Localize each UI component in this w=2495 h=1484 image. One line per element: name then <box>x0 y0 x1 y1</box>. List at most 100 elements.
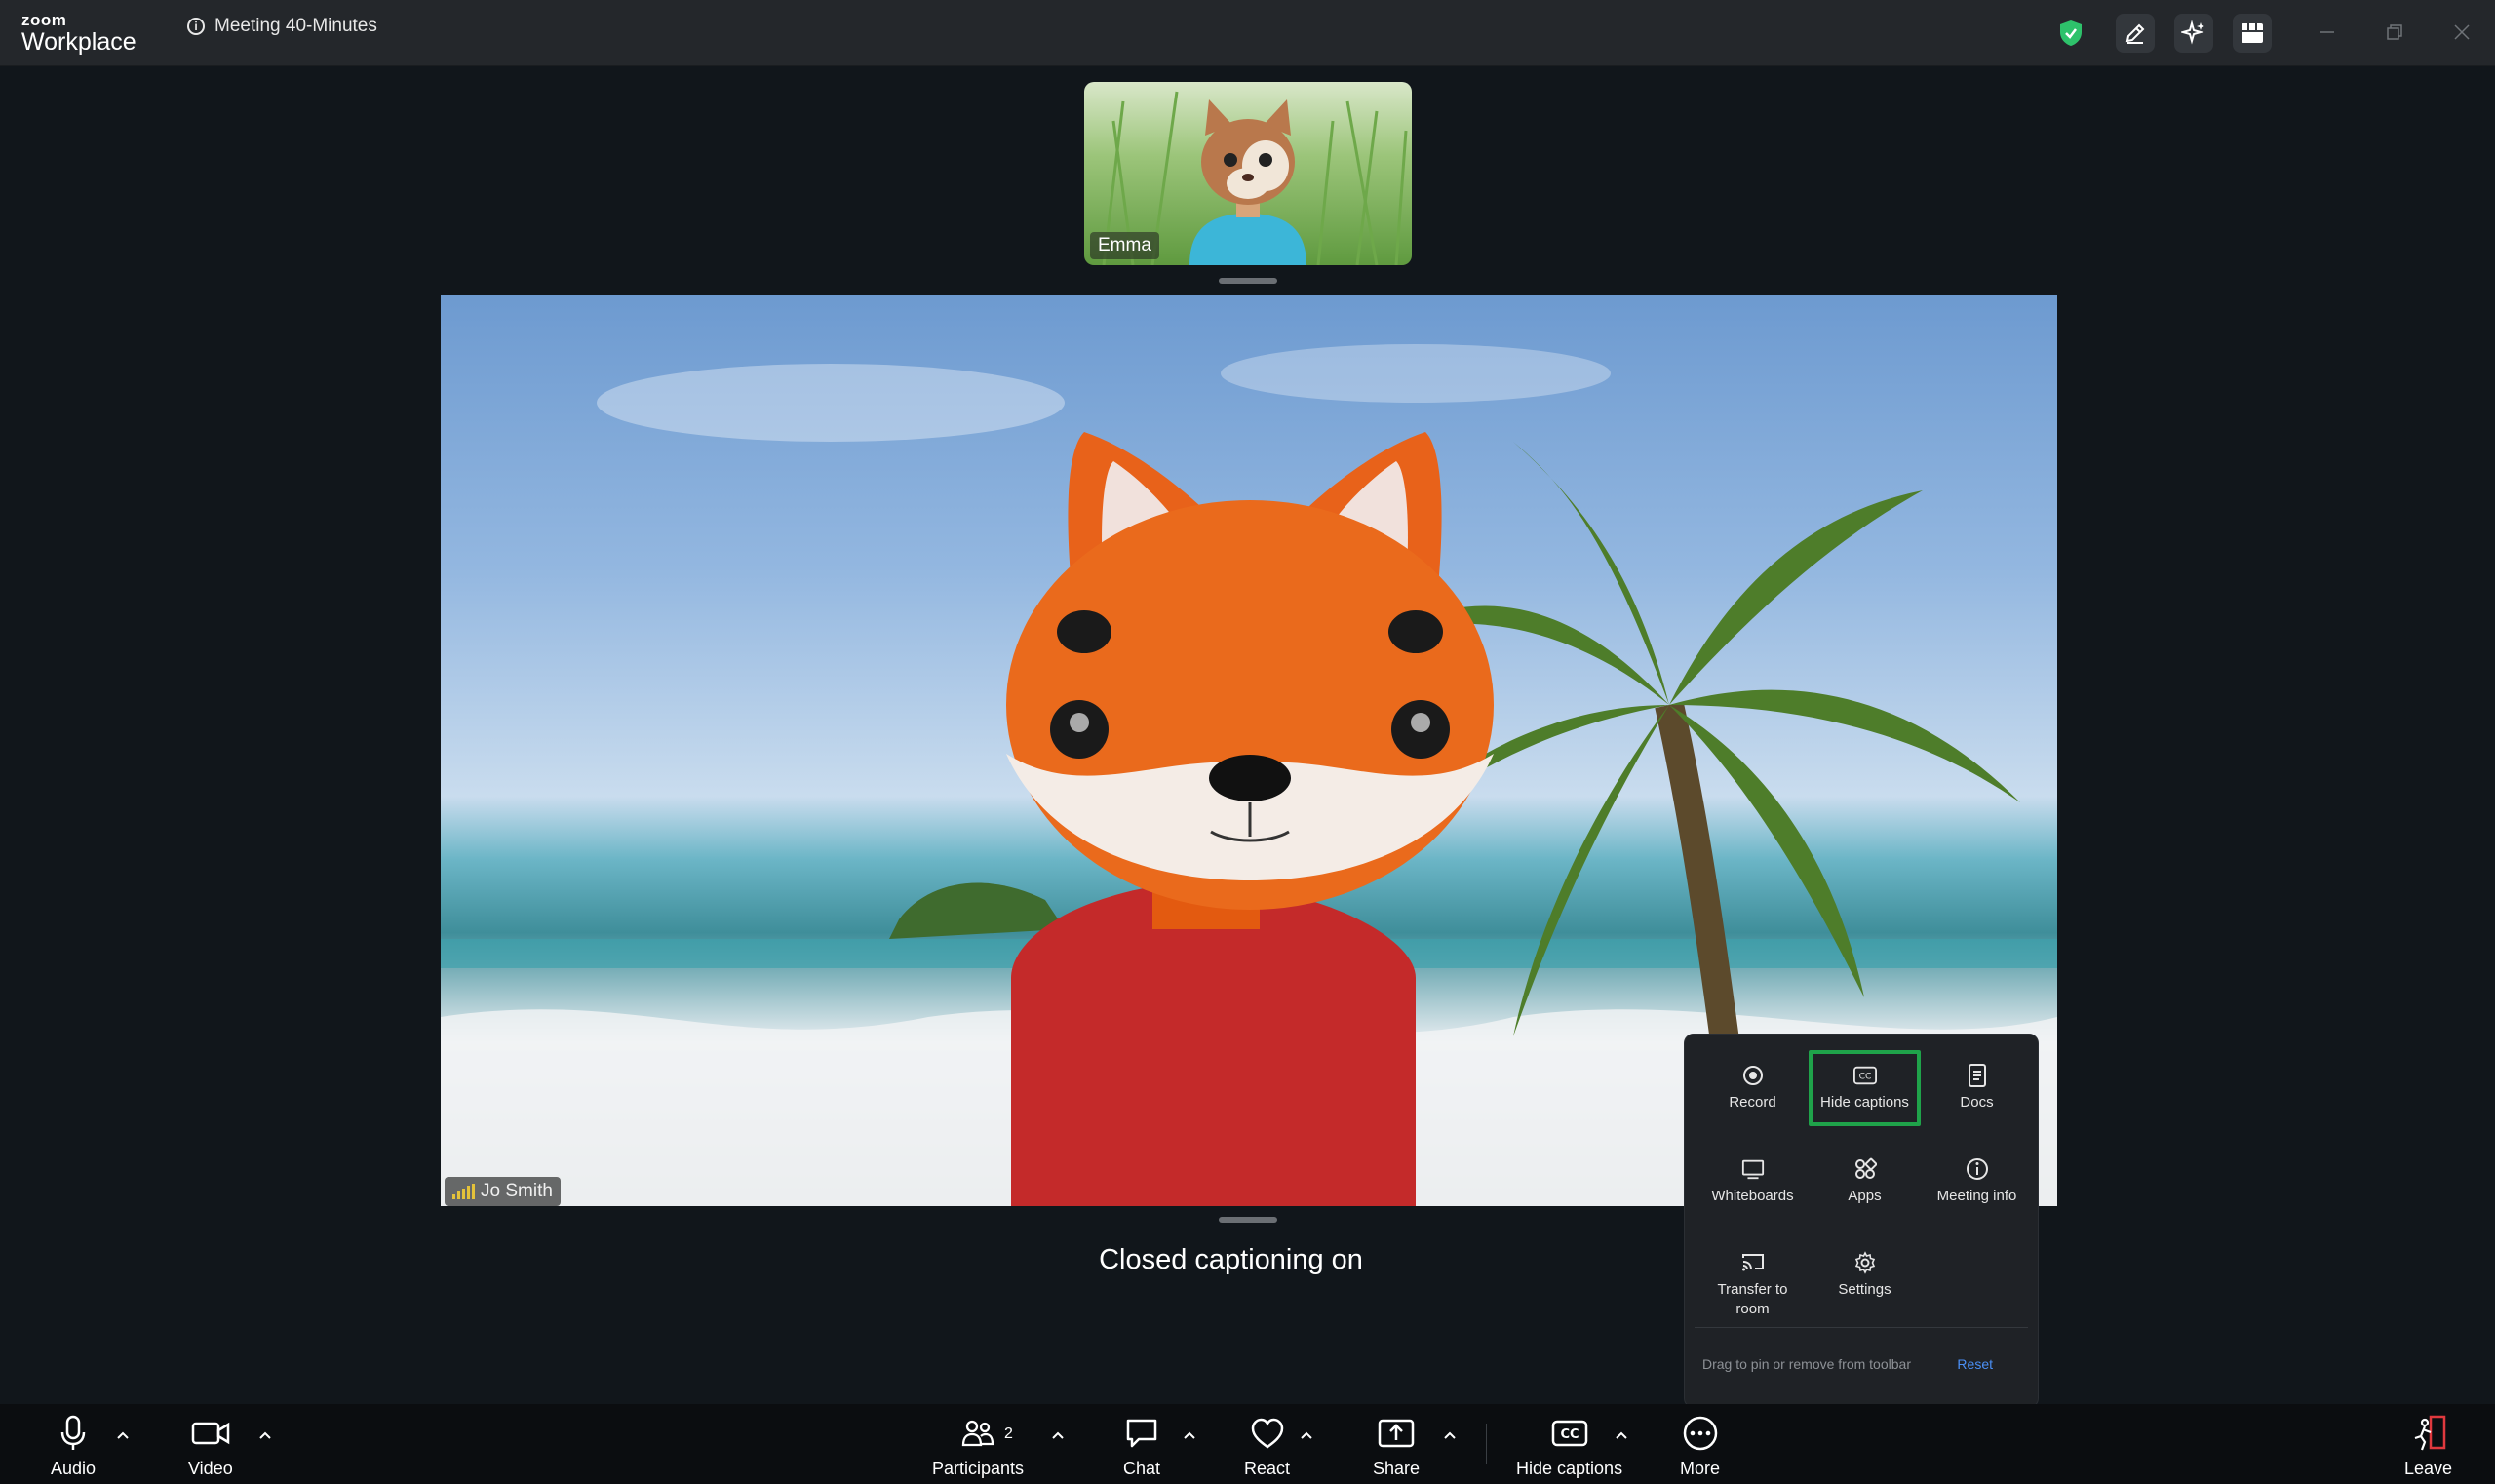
minimize-icon <box>2320 31 2334 33</box>
security-shield-button[interactable] <box>2051 14 2090 53</box>
menu-item-transfer-to-room[interactable]: Transfer to room <box>1696 1231 1809 1325</box>
participant-thumbnail-video[interactable]: Emma <box>1084 82 1412 265</box>
participants-count: 2 <box>1004 1425 1013 1442</box>
meeting-title: Meeting 40-Minutes <box>214 16 377 36</box>
menu-item-label: Meeting info <box>1936 1188 2017 1204</box>
view-layout-button[interactable] <box>2233 14 2272 53</box>
share-options-caret[interactable] <box>1442 1427 1458 1443</box>
microphone-icon <box>60 1415 86 1450</box>
heart-icon <box>1251 1418 1283 1449</box>
meeting-toolbar: Audio Video Participants 2 Chat React Sh… <box>0 1404 2495 1484</box>
leave-door-icon <box>2414 1415 2445 1451</box>
menu-item-apps[interactable]: Apps <box>1809 1138 1921 1231</box>
minimize-window-button[interactable] <box>2313 18 2342 47</box>
chevron-up-icon <box>259 1431 271 1439</box>
svg-text:CC: CC <box>1858 1072 1871 1082</box>
menu-item-settings[interactable]: Settings <box>1809 1231 1921 1325</box>
meeting-info-button[interactable]: i Meeting 40-Minutes <box>187 16 377 37</box>
react-options-caret[interactable] <box>1299 1427 1314 1443</box>
participants-label: Participants <box>932 1459 1025 1478</box>
share-label: Share <box>1373 1459 1421 1478</box>
logo-zoom-text: zoom <box>21 11 67 29</box>
whiteboard-icon <box>1741 1159 1764 1180</box>
info-icon: i <box>187 18 205 35</box>
more-options-menu: Record CC Hide captions Docs Whiteboards… <box>1684 1034 2039 1408</box>
menu-divider <box>1695 1327 2028 1328</box>
ai-companion-button[interactable] <box>2174 14 2213 53</box>
video-label: Video <box>188 1459 233 1478</box>
chevron-up-icon <box>1184 1431 1195 1439</box>
leave-label: Leave <box>2404 1459 2453 1478</box>
menu-footer-hint: Drag to pin or remove from toolbar <box>1702 1356 1911 1372</box>
menu-item-label: Docs <box>1960 1094 1994 1111</box>
close-icon <box>2454 24 2470 40</box>
menu-item-label: Whiteboards <box>1711 1188 1794 1204</box>
cc-icon: CC <box>1551 1420 1587 1447</box>
cast-icon <box>1741 1254 1764 1271</box>
gear-icon <box>1854 1251 1875 1274</box>
menu-item-docs[interactable]: Docs <box>1921 1044 2033 1138</box>
react-label: React <box>1244 1459 1291 1478</box>
react-button[interactable]: React <box>1244 1414 1290 1479</box>
docs-icon <box>1968 1064 1986 1087</box>
info-icon <box>1966 1158 1988 1180</box>
menu-item-label: Settings <box>1838 1281 1891 1298</box>
participants-button[interactable]: Participants <box>932 1414 1024 1479</box>
menu-item-label: Apps <box>1848 1188 1882 1204</box>
audio-button[interactable]: Audio <box>51 1414 96 1479</box>
participants-icon <box>961 1420 994 1447</box>
captions-options-caret[interactable] <box>1614 1427 1629 1443</box>
connection-strength-icon <box>452 1184 475 1199</box>
share-button[interactable]: Share <box>1373 1414 1420 1479</box>
share-screen-icon <box>1378 1419 1415 1448</box>
toolbar-separator <box>1486 1424 1487 1464</box>
chat-bubble-icon <box>1126 1419 1157 1448</box>
menu-item-whiteboards[interactable]: Whiteboards <box>1696 1138 1809 1231</box>
video-options-caret[interactable] <box>257 1427 273 1443</box>
svg-text:CC: CC <box>1560 1427 1579 1442</box>
caption-resize-handle[interactable] <box>1219 1217 1277 1223</box>
chat-button[interactable]: Chat <box>1123 1414 1160 1479</box>
menu-item-label: Transfer to room <box>1717 1281 1788 1317</box>
hide-captions-button[interactable]: CC Hide captions <box>1516 1414 1622 1479</box>
video-camera-icon <box>191 1422 230 1445</box>
video-button[interactable]: Video <box>188 1414 233 1479</box>
restore-icon <box>2387 24 2402 40</box>
record-icon <box>1742 1066 1763 1085</box>
main-participant-name: Jo Smith <box>481 1181 553 1201</box>
thumbnail-participant-name: Emma <box>1090 232 1159 259</box>
more-dots-icon <box>1683 1416 1717 1451</box>
leave-button[interactable]: Leave <box>2404 1414 2452 1479</box>
audio-label: Audio <box>51 1459 97 1478</box>
grid-view-icon <box>2242 23 2263 43</box>
maximize-window-button[interactable] <box>2380 18 2409 47</box>
chevron-up-icon <box>1444 1431 1456 1439</box>
more-label: More <box>1680 1459 1721 1478</box>
shield-check-icon <box>2060 20 2082 46</box>
main-participant-name-tag: Jo Smith <box>445 1177 561 1206</box>
menu-item-record[interactable]: Record <box>1696 1044 1809 1138</box>
hide-captions-label: Hide captions <box>1516 1459 1623 1478</box>
pencil-icon <box>2125 23 2145 44</box>
chat-label: Chat <box>1123 1459 1161 1478</box>
menu-item-label: Hide captions <box>1820 1094 1909 1111</box>
more-button[interactable]: More <box>1680 1414 1720 1479</box>
menu-item-meeting-info[interactable]: Meeting info <box>1921 1138 2033 1231</box>
menu-reset-link[interactable]: Reset <box>1957 1356 1993 1372</box>
title-bar: zoom Workplace i Meeting 40-Minutes <box>0 0 2495 66</box>
annotate-button[interactable] <box>2116 14 2155 53</box>
close-window-button[interactable] <box>2447 18 2476 47</box>
chevron-up-icon <box>1616 1431 1627 1439</box>
thumbnail-resize-handle[interactable] <box>1219 278 1277 284</box>
audio-options-caret[interactable] <box>115 1427 131 1443</box>
participants-options-caret[interactable] <box>1050 1427 1066 1443</box>
logo-workplace-text: Workplace <box>21 28 136 56</box>
chevron-up-icon <box>1052 1431 1064 1439</box>
menu-item-label: Record <box>1729 1094 1776 1111</box>
sparkle-icon <box>2181 20 2204 45</box>
zoom-workplace-logo: zoom Workplace <box>21 12 136 55</box>
closed-caption-text: Closed captioning on <box>1099 1244 1363 1275</box>
chat-options-caret[interactable] <box>1182 1427 1197 1443</box>
menu-item-hide-captions[interactable]: CC Hide captions <box>1809 1050 1921 1126</box>
chevron-up-icon <box>117 1431 129 1439</box>
